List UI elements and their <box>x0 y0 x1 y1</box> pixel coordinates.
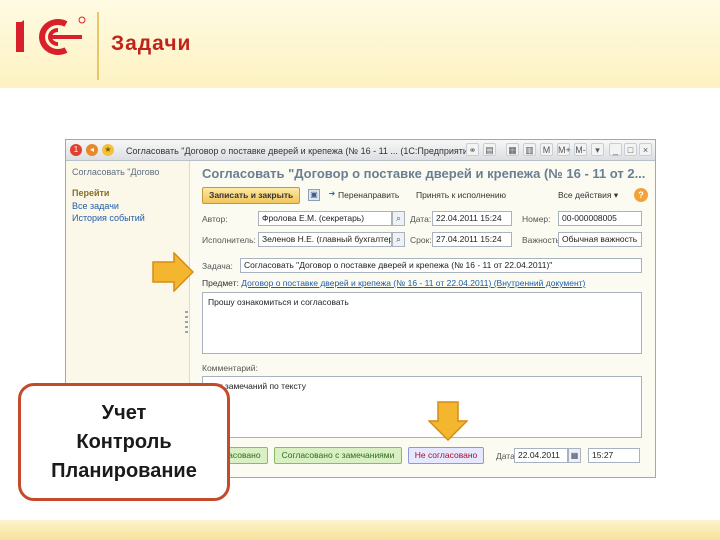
memory-mminus-button[interactable]: M- <box>574 143 587 156</box>
memory-mplus-button[interactable]: M+ <box>557 143 571 156</box>
favorite-star-icon[interactable]: ★ <box>102 144 114 156</box>
importance-field[interactable]: Обычная важность <box>558 232 642 247</box>
window-menu-button[interactable]: ▾ <box>591 143 604 156</box>
1c-logo <box>16 16 86 55</box>
deadline-label: Срок: <box>410 235 432 245</box>
callout-line-control: Контроль <box>76 431 172 453</box>
window-titlebar: 1 ◂ ★ Согласовать "Договор о поставке дв… <box>66 140 655 161</box>
maximize-button[interactable]: □ <box>624 143 637 156</box>
date-label: Дата: <box>410 214 432 224</box>
author-field[interactable]: Фролова Е.М. (секретарь) <box>258 211 392 226</box>
callout-line-accounting: Учет <box>101 402 147 424</box>
back-icon[interactable]: ◂ <box>86 144 98 156</box>
subject-row: Предмет: Договор о поставке дверей и кре… <box>202 278 585 288</box>
redirect-icon: ➜ <box>328 189 336 198</box>
save-icon[interactable]: ▣ <box>308 189 320 201</box>
number-field[interactable]: 00-000008005 <box>558 211 642 226</box>
accept-button[interactable]: Принять к исполнению <box>416 190 506 200</box>
slide-header: Задачи <box>0 0 720 88</box>
calendar-icon[interactable]: ▥ <box>523 143 536 156</box>
form-title: Согласовать "Договор о поставке дверей и… <box>202 166 646 181</box>
approved-remarks-button[interactable]: Согласовано с замечаниями <box>274 447 402 464</box>
description-area[interactable]: Прошу ознакомиться и согласовать <box>202 292 642 354</box>
close-button[interactable]: × <box>639 143 652 156</box>
slide-footer <box>0 520 720 540</box>
task-field[interactable]: Согласовать "Договор о поставке дверей и… <box>240 258 642 273</box>
importance-label: Важность: <box>522 235 563 245</box>
executor-label: Исполнитель: <box>202 235 256 245</box>
slide-title: Задачи <box>111 32 192 55</box>
author-select-icon[interactable]: ⌕ <box>392 211 405 226</box>
decision-date-field[interactable]: 22.04.2011 <box>514 448 568 463</box>
comment-label: Комментарий: <box>202 363 258 373</box>
form-toolbar: Записать и закрыть ▣ ➜ Перенаправить При… <box>202 187 648 205</box>
date-field[interactable]: 22.04.2011 15:24 <box>432 211 512 226</box>
panel-resize-grip[interactable] <box>185 311 188 333</box>
save-close-button[interactable]: Записать и закрыть <box>202 187 301 204</box>
redirect-button[interactable]: Перенаправить <box>338 190 399 200</box>
nav-link-event-history[interactable]: История событий <box>72 213 145 223</box>
memory-m-button[interactable]: M <box>540 143 553 156</box>
header-divider <box>97 12 99 80</box>
calc-icon[interactable]: ▦ <box>506 143 519 156</box>
calendar-picker-icon[interactable]: ▦ <box>568 448 581 463</box>
minimize-button[interactable]: _ <box>609 143 622 156</box>
print-icon[interactable]: ▤ <box>483 143 496 156</box>
callout-line-planning: Планирование <box>51 460 197 482</box>
author-label: Автор: <box>202 214 228 224</box>
comment-area[interactable]: Нет замечаний по тексту <box>202 376 642 438</box>
window-title: Согласовать "Договор о поставке дверей и… <box>126 146 476 156</box>
executor-select-icon[interactable]: ⌕ <box>392 232 405 247</box>
decision-bar: Согласовано Согласовано с замечаниями Не… <box>202 447 652 465</box>
link-icon[interactable]: ⚭ <box>466 143 479 156</box>
number-label: Номер: <box>522 214 551 224</box>
all-actions-menu[interactable]: Все действия ▾ <box>558 190 618 201</box>
deadline-field[interactable]: 27.04.2011 15:24 <box>432 232 512 247</box>
nav-link-all-tasks[interactable]: Все задачи <box>72 201 119 211</box>
subject-label: Предмет: <box>202 278 239 288</box>
subject-link[interactable]: Договор о поставке дверей и крепежа (№ 1… <box>241 278 585 288</box>
app-icon[interactable]: 1 <box>70 144 82 156</box>
not-approved-button[interactable]: Не согласовано <box>408 447 484 464</box>
nav-section-goto: Перейти <box>72 188 110 198</box>
help-icon[interactable]: ? <box>634 188 648 202</box>
task-label: Задача: <box>202 261 233 271</box>
executor-field[interactable]: Зеленов Н.Е. (главный бухгалтер) <box>258 232 392 247</box>
callout-box: Учет Контроль Планирование <box>18 383 230 501</box>
arrow-down-icon <box>428 401 468 441</box>
nav-panel-title: Согласовать "Догово <box>72 167 160 177</box>
arrow-right-icon <box>152 252 194 292</box>
decision-time-field[interactable]: 15:27 <box>588 448 640 463</box>
